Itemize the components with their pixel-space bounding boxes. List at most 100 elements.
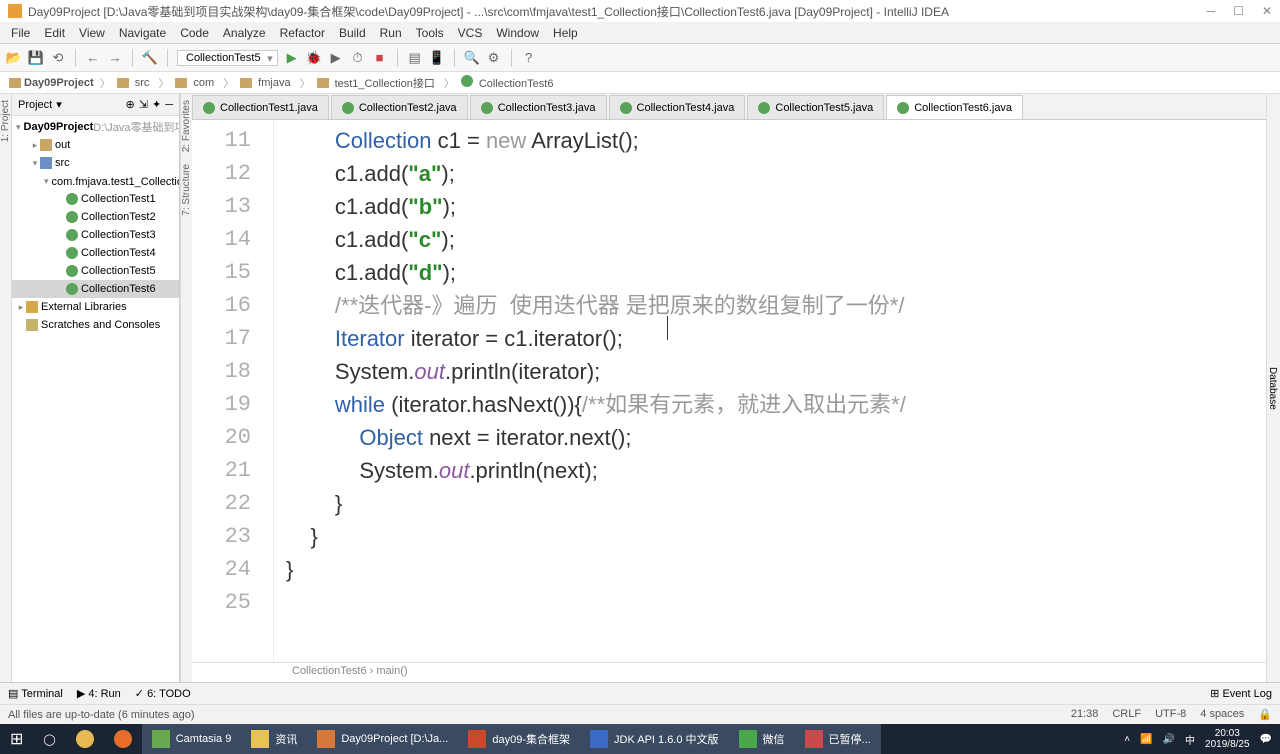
start-button[interactable]: ⊞ [0,724,33,754]
minimize-icon[interactable]: ─ [1207,4,1216,18]
menu-refactor[interactable]: Refactor [273,24,332,42]
structure-icon[interactable]: ▤ [407,50,423,66]
tool-database[interactable]: Database [1267,94,1278,682]
menu-view[interactable]: View [72,24,112,42]
title-bar: Day09Project [D:\Java零基础到项目实战架构\day09-集合… [0,0,1280,22]
task-paused[interactable]: 已暂停... [795,724,881,754]
window-title: Day09Project [D:\Java零基础到项目实战架构\day09-集合… [28,3,949,20]
wifi-icon[interactable]: 📶 [1140,734,1152,745]
indent[interactable]: 4 spaces [1200,708,1244,721]
forward-icon[interactable]: → [107,50,123,66]
save-icon[interactable]: 💾 [28,50,44,66]
close-icon[interactable]: ✕ [1262,4,1272,18]
menu-bar: File Edit View Navigate Code Analyze Ref… [0,22,1280,44]
debug-icon[interactable]: 🐞 [306,50,322,66]
task-jdkapi[interactable]: JDK API 1.6.0 中文版 [580,724,729,754]
tool-project-label[interactable]: 1: Project [0,94,11,148]
lock-icon[interactable]: 🔒 [1258,708,1272,721]
target-icon[interactable]: ⊕ [126,98,135,111]
windows-taskbar: ⊞ ◯ Camtasia 9 资讯 Day09Project [D:\Ja...… [0,724,1280,754]
toolbar: 📂 💾 ⟲ ← → 🔨 CollectionTest5 ▶ 🐞 ▶ ⏱ ■ ▤ … [0,44,1280,72]
crumb-pkg[interactable]: test1_Collection接口 [314,75,441,91]
menu-analyze[interactable]: Analyze [216,24,273,42]
firefox-icon[interactable] [104,724,142,754]
encoding[interactable]: UTF-8 [1155,708,1186,721]
menu-help[interactable]: Help [546,24,585,42]
tool-structure[interactable]: 7: Structure [181,158,192,222]
ime-icon[interactable]: 中 [1185,732,1195,747]
menu-file[interactable]: File [4,24,37,42]
tab[interactable]: CollectionTest4.java [609,95,746,119]
event-log-tool[interactable]: ⊞ Event Log [1210,687,1272,700]
chrome-icon[interactable] [66,724,104,754]
code-content[interactable]: Collection c1 = new ArrayList(); c1.add(… [274,120,1266,662]
clock-date[interactable]: 2019/8/25 [1205,739,1250,750]
profile-icon[interactable]: ⏱ [350,50,366,66]
line-gutter: 11 12 13 14 15 16 17 18 19 20 21 22 23 2… [192,120,274,662]
crumb-com[interactable]: com [172,77,220,89]
menu-window[interactable]: Window [489,24,546,42]
tab-active[interactable]: CollectionTest6.java [886,95,1023,119]
code-editor[interactable]: 11 12 13 14 15 16 17 18 19 20 21 22 23 2… [192,120,1266,662]
tab[interactable]: CollectionTest3.java [470,95,607,119]
crumb-src[interactable]: src [114,77,156,89]
menu-run[interactable]: Run [373,24,409,42]
tree-file: CollectionTest3 [12,226,179,244]
notifications-icon[interactable]: 💬 [1260,734,1272,745]
editor-breadcrumb[interactable]: CollectionTest6 › main() [192,662,1266,682]
crumb-project[interactable]: Day09Project [6,77,97,89]
task-ppt[interactable]: day09-集合框架 [458,724,580,754]
crumb-file[interactable]: CollectionTest6 [458,75,560,90]
build-icon[interactable]: 🔨 [142,50,158,66]
caret-position[interactable]: 21:38 [1071,708,1099,721]
todo-tool[interactable]: ✓ 6: TODO [135,687,191,700]
task-explorer[interactable]: 资讯 [241,724,307,754]
tool-favorites[interactable]: 2: Favorites [181,94,192,158]
settings-icon[interactable]: ⚙ [486,50,502,66]
task-wechat[interactable]: 微信 [729,724,795,754]
tree-file: CollectionTest2 [12,208,179,226]
status-message: All files are up-to-date (6 minutes ago) [8,709,194,721]
task-camtasia[interactable]: Camtasia 9 [142,724,242,754]
run-icon[interactable]: ▶ [284,50,300,66]
bottom-tool-bar: ▤ Terminal ▶ 4: Run ✓ 6: TODO ⊞ Event Lo… [0,682,1280,704]
app-icon [8,4,22,18]
menu-navigate[interactable]: Navigate [112,24,173,42]
help-icon[interactable]: ? [521,50,537,66]
tray-up-icon[interactable]: ˄ [1124,734,1130,745]
tab[interactable]: CollectionTest2.java [331,95,468,119]
volume-icon[interactable]: 🔊 [1163,734,1175,745]
avd-icon[interactable]: 📱 [429,50,445,66]
search-icon[interactable]: 🔍 [464,50,480,66]
project-tree[interactable]: ▾Day09Project D:\Java零基础到项目系 ▸out ▾src ▾… [12,116,179,682]
coverage-icon[interactable]: ▶ [328,50,344,66]
open-icon[interactable]: 📂 [6,50,22,66]
clock-time[interactable]: 20:03 [1205,728,1250,739]
menu-vcs[interactable]: VCS [451,24,490,42]
terminal-tool[interactable]: ▤ Terminal [8,687,63,700]
task-idea[interactable]: Day09Project [D:\Ja... [307,724,458,754]
chevron-down-icon[interactable]: ▾ [56,98,62,111]
system-tray[interactable]: ˄ 📶 🔊 中 20:03 2019/8/25 💬 [1124,728,1280,750]
sync-icon[interactable]: ⟲ [50,50,66,66]
menu-code[interactable]: Code [173,24,216,42]
gear-icon[interactable]: ✦ [152,98,161,111]
crumb-fmjava[interactable]: fmjava [237,77,296,89]
stop-icon[interactable]: ■ [372,50,388,66]
right-tool-stack: Database Maven [1266,94,1280,682]
tab[interactable]: CollectionTest5.java [747,95,884,119]
menu-build[interactable]: Build [332,24,373,42]
nav-breadcrumb: Day09Project〉 src〉 com〉 fmjava〉 test1_Co… [0,72,1280,94]
back-icon[interactable]: ← [85,50,101,66]
menu-tools[interactable]: Tools [409,24,451,42]
tab[interactable]: CollectionTest1.java [192,95,329,119]
maximize-icon[interactable]: ☐ [1233,4,1244,18]
run-config-select[interactable]: CollectionTest5 [177,50,278,66]
hide-icon[interactable]: ─ [165,99,173,111]
cortana-icon[interactable]: ◯ [33,724,65,754]
collapse-icon[interactable]: ⇲ [139,98,148,111]
menu-edit[interactable]: Edit [37,24,72,42]
line-separator[interactable]: CRLF [1112,708,1141,721]
editor-tabs: CollectionTest1.java CollectionTest2.jav… [192,94,1266,120]
run-tool[interactable]: ▶ 4: Run [77,687,121,700]
